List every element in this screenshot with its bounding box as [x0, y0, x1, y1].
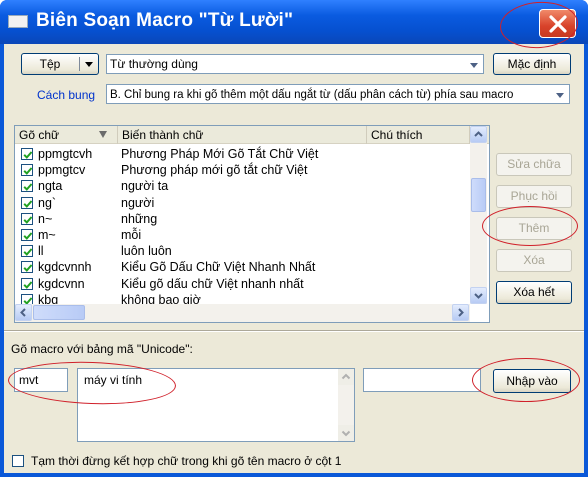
chevron-down-icon	[85, 62, 93, 67]
row-value: người ta	[121, 179, 169, 194]
row-value: Phương pháp mới gõ tắt chữ Việt	[121, 163, 308, 178]
scroll-left-button[interactable]	[15, 304, 32, 321]
restore-button[interactable]: Phục hồi	[496, 185, 572, 208]
chevron-down-icon	[341, 430, 351, 437]
vertical-scroll-thumb[interactable]	[471, 178, 486, 212]
delete-button[interactable]: Xóa	[496, 249, 572, 272]
table-header: Gõ chữ Biến thành chữ Chú thích	[15, 126, 489, 144]
row-value: mỗi	[121, 227, 142, 242]
row-key: n~	[38, 211, 53, 226]
table-row[interactable]: ppmgtcv Phương pháp mới gõ tắt chữ Việt	[15, 162, 470, 178]
row-value: Kiểu gõ dấu chữ Việt nhanh nhất	[121, 276, 304, 291]
row-key: m~	[38, 227, 56, 242]
sort-icon	[99, 131, 107, 138]
checkmark-icon	[23, 232, 33, 240]
row-checkbox[interactable]	[21, 196, 33, 209]
window-icon	[8, 15, 28, 28]
scroll-down-button[interactable]	[470, 287, 487, 304]
column-header-note[interactable]: Chú thích	[367, 126, 470, 144]
annotation-ellipse-add	[482, 206, 578, 246]
dictionary-dropdown[interactable]: Từ thường dùng	[106, 54, 484, 74]
column-header-value[interactable]: Biến thành chữ	[118, 126, 367, 144]
popup-mode-value: B. Chỉ bung ra khi gõ thêm một dấu ngắt …	[110, 89, 514, 101]
row-value: những	[121, 211, 158, 226]
row-key: ng`	[38, 195, 57, 210]
window-title: Biên Soạn Macro "Từ Lười"	[36, 10, 294, 31]
dialog-body: Tệp Từ thường dùng Mặc định Cách bung B.…	[4, 44, 584, 473]
row-value: luôn luôn	[121, 244, 172, 259]
horizontal-scrollbar[interactable]	[15, 304, 470, 322]
row-key: ngta	[38, 179, 63, 194]
row-checkbox[interactable]	[21, 277, 33, 290]
table-rows: ppmgtcvh Phương Pháp Mới Gõ Tắt Chữ Việt p…	[15, 146, 470, 308]
table-row[interactable]: m~ mỗi	[15, 227, 470, 243]
separator	[79, 57, 80, 71]
popup-label: Cách bung	[37, 88, 96, 102]
checkmark-icon	[23, 264, 33, 273]
table-row[interactable]: kgdcvnn Kiểu gõ dấu chữ Việt nhanh nhất	[15, 276, 470, 292]
checkmark-icon	[23, 151, 33, 159]
footer-checkbox-label: Tạm thời đừng kết hợp chữ trong khi gõ t…	[31, 454, 342, 468]
row-key: ll	[38, 244, 44, 259]
checkmark-icon	[23, 216, 33, 224]
checkmark-icon	[23, 167, 33, 176]
table-row[interactable]: kgdcvnnh Kiểu Gõ Dấu Chữ Việt Nhanh Nhất	[15, 259, 470, 275]
table-row[interactable]: n~ những	[15, 211, 470, 227]
dialog-window: Biên Soạn Macro "Từ Lười" Tệp Từ thường …	[0, 0, 588, 477]
row-key: kgdcvnn	[38, 276, 85, 291]
row-checkbox[interactable]	[21, 212, 33, 225]
chevron-down-icon	[474, 293, 483, 299]
chevron-down-icon[interactable]	[465, 56, 482, 72]
checkmark-icon	[23, 280, 33, 289]
comment-input[interactable]	[363, 368, 481, 392]
row-key: ppmgtcv	[38, 163, 86, 178]
scroll-up-button[interactable]	[338, 369, 354, 385]
checkmark-icon	[23, 248, 33, 256]
textarea-scrollbar[interactable]	[338, 369, 354, 441]
row-value: Phương Pháp Mới Gõ Tắt Chữ Việt	[121, 147, 319, 161]
default-button[interactable]: Mặc định	[493, 53, 571, 75]
row-checkbox[interactable]	[21, 148, 33, 160]
divider	[4, 330, 584, 332]
table-row[interactable]: ng` người	[15, 195, 470, 211]
file-menu-button[interactable]: Tệp	[21, 53, 99, 75]
file-menu-label: Tệp	[39, 57, 61, 71]
table-row[interactable]: ngta người ta	[15, 178, 470, 194]
popup-mode-dropdown[interactable]: B. Chỉ bung ra khi gõ thêm một dấu ngắt …	[106, 84, 570, 104]
chevron-up-icon	[341, 373, 351, 380]
dictionary-value: Từ thường dùng	[110, 57, 198, 71]
checkmark-icon	[23, 183, 33, 192]
column-header-key[interactable]: Gõ chữ	[15, 126, 118, 144]
vertical-scrollbar[interactable]	[470, 126, 487, 304]
row-checkbox[interactable]	[21, 228, 33, 241]
row-checkbox[interactable]	[21, 261, 33, 274]
row-checkbox[interactable]	[21, 164, 33, 177]
delete-all-button[interactable]: Xóa hết	[496, 281, 572, 304]
scroll-up-button[interactable]	[470, 126, 487, 143]
checkmark-icon	[23, 199, 33, 208]
chevron-down-icon[interactable]	[551, 86, 568, 102]
row-value: người	[121, 195, 155, 210]
footer-checkbox[interactable]	[12, 455, 24, 467]
row-checkbox[interactable]	[21, 245, 33, 258]
chevron-left-icon	[20, 308, 26, 317]
table-row[interactable]: ll luôn luôn	[15, 243, 470, 259]
editor-section-label: Gõ macro với bảng mã "Unicode":	[11, 342, 193, 356]
macro-table[interactable]: Gõ chữ Biến thành chữ Chú thích ppmgtcvh…	[14, 125, 490, 323]
annotation-ellipse-import	[472, 358, 580, 402]
edit-button[interactable]: Sửa chữa	[496, 153, 572, 176]
horizontal-scroll-thumb[interactable]	[33, 305, 85, 320]
chevron-up-icon	[474, 131, 483, 137]
row-checkbox[interactable]	[21, 180, 33, 193]
chevron-right-icon	[458, 308, 464, 317]
table-row[interactable]: ppmgtcvh Phương Pháp Mới Gõ Tắt Chữ Việt	[15, 146, 470, 162]
scroll-right-button[interactable]	[452, 304, 469, 321]
row-key: kgdcvnnh	[38, 260, 92, 275]
row-value: Kiểu Gõ Dấu Chữ Việt Nhanh Nhất	[121, 260, 316, 275]
scroll-down-button[interactable]	[338, 425, 354, 441]
row-key: ppmgtcvh	[38, 147, 93, 161]
